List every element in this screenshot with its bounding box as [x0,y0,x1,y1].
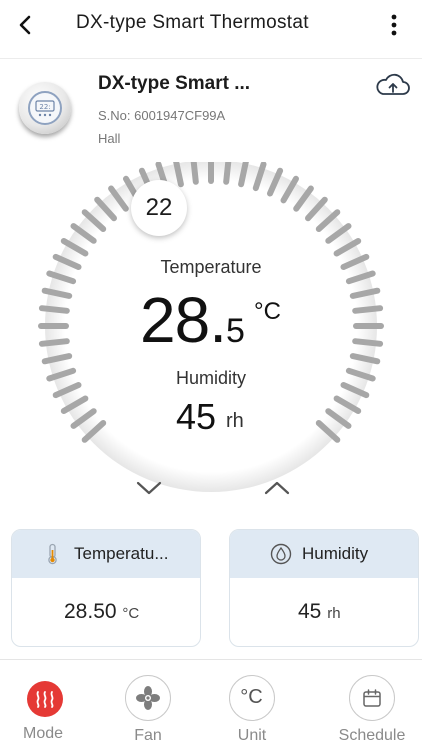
nav-unit-label: Unit [237,727,267,744]
device-name: DX-type Smart ... [98,73,251,94]
temperature-decimal: 5 [225,312,245,350]
calendar-icon [363,689,381,707]
humidity-card-header: Humidity [230,530,418,578]
dial-tick [38,338,70,347]
celsius-icon: °C [240,686,263,708]
temperature-reading: 28.5 [140,283,245,357]
thermostat-device-icon: 22: [19,82,71,134]
humidity-card-body: 45 rh [230,578,418,646]
temperature-card-value: 28.50 [64,600,117,623]
header-divider [0,58,422,59]
app-header: DX-type Smart Thermostat [0,0,422,52]
humidity-card-value-wrap: 45 rh [298,600,341,624]
fan-icon [136,686,160,710]
temperature-card-label: Temperatu... [74,544,169,563]
temperature-integer: 28. [140,284,227,356]
device-location: Hall [98,131,121,146]
humidity-card-label: Humidity [302,544,369,563]
heat-waves-icon [27,681,63,717]
temperature-card[interactable]: Temperatu... 28.50 °C [11,529,201,647]
nav-mode-label: Mode [22,725,64,742]
dial-tick [190,162,199,185]
nav-fan[interactable]: Fan [108,675,188,750]
setpoint-bubble[interactable]: 22 [131,180,187,236]
thermometer-icon [48,543,57,565]
fan-button-circle [125,675,171,721]
nav-fan-label: Fan [134,727,162,744]
humidity-card-unit: rh [327,605,341,622]
temperature-card-header: Temperatu... [12,530,200,578]
bottom-nav-divider [0,659,422,660]
temperature-card-unit: °C [122,605,140,622]
cloud-upload-icon[interactable] [374,72,412,98]
dial-tick [352,338,384,347]
humidity-label: Humidity [175,368,246,388]
nav-schedule-label: Schedule [338,727,406,744]
dial-tick [223,162,232,185]
device-display-text: 22: [39,103,50,111]
temperature-label: Temperature [160,257,262,277]
dial-tick [38,305,70,314]
page-title: DX-type Smart Thermostat [76,12,309,33]
temperature-unit: °C [254,298,281,325]
back-chevron-icon[interactable] [12,12,38,38]
device-serial: S.No: 6001947CF99A [98,108,226,123]
temperature-card-value-wrap: 28.50 °C [64,600,139,624]
schedule-button-circle [349,675,395,721]
more-vertical-icon[interactable] [382,12,406,38]
unit-button-circle: °C [229,675,275,721]
temperature-card-body: 28.50 °C [12,578,200,646]
humidity-card-value: 45 [298,600,322,623]
dial-tick [352,305,384,314]
nav-schedule[interactable]: Schedule [332,675,412,750]
nav-mode[interactable]: Mode [3,675,83,750]
humidity-card[interactable]: Humidity 45 rh [229,529,419,647]
nav-unit[interactable]: °C Unit [212,675,292,750]
humidity-reading: 45 [176,396,217,437]
decrease-chevron-icon[interactable] [134,476,164,498]
increase-chevron-icon[interactable] [262,476,292,498]
humidity-unit: rh [226,410,244,432]
water-drop-icon [270,543,292,565]
